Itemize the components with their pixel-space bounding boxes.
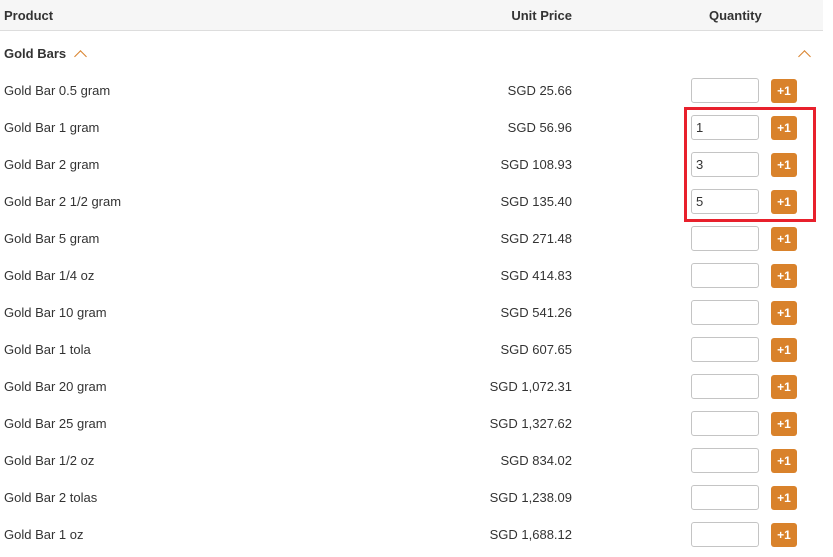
- table-row: Gold Bar 0.5 gram SGD 25.66 +1: [0, 72, 823, 109]
- quantity-input[interactable]: [691, 337, 759, 362]
- chevron-up-icon[interactable]: [798, 50, 811, 63]
- quantity-input[interactable]: [691, 226, 759, 251]
- quantity-input[interactable]: [691, 189, 759, 214]
- unit-price: SGD 135.40: [500, 194, 572, 209]
- unit-price: SGD 1,688.12: [489, 527, 572, 542]
- product-name: Gold Bar 5 gram: [4, 231, 100, 246]
- quantity-input[interactable]: [691, 115, 759, 140]
- quantity-input[interactable]: [691, 78, 759, 103]
- column-header-product: Product: [4, 8, 54, 23]
- unit-price: SGD 834.02: [500, 453, 572, 468]
- add-one-button[interactable]: +1: [771, 486, 797, 510]
- unit-price: SGD 1,072.31: [489, 379, 572, 394]
- product-list: Gold Bar 0.5 gram SGD 25.66 +1 Gold Bar 1 g…: [0, 72, 823, 553]
- unit-price: SGD 1,238.09: [489, 490, 572, 505]
- add-one-button[interactable]: +1: [771, 412, 797, 436]
- quantity-input[interactable]: [691, 485, 759, 510]
- add-one-button[interactable]: +1: [771, 338, 797, 362]
- quantity-input[interactable]: [691, 300, 759, 325]
- quantity-input[interactable]: [691, 152, 759, 177]
- add-one-button[interactable]: +1: [771, 116, 797, 140]
- table-header: Product Unit Price Quantity: [0, 0, 823, 31]
- product-name: Gold Bar 1/4 oz: [4, 268, 95, 283]
- product-name: Gold Bar 1 gram: [4, 120, 100, 135]
- table-row: Gold Bar 2 1/2 gram SGD 135.40 +1: [0, 183, 823, 220]
- add-one-button[interactable]: +1: [771, 227, 797, 251]
- add-one-button[interactable]: +1: [771, 153, 797, 177]
- table-row: Gold Bar 2 gram SGD 108.93 +1: [0, 146, 823, 183]
- table-row: Gold Bar 1 oz SGD 1,688.12 +1: [0, 516, 823, 553]
- table-row: Gold Bar 1 tola SGD 607.65 +1: [0, 331, 823, 368]
- quantity-input[interactable]: [691, 411, 759, 436]
- table-row: Gold Bar 10 gram SGD 541.26 +1: [0, 294, 823, 331]
- product-name: Gold Bar 10 gram: [4, 305, 107, 320]
- quantity-input[interactable]: [691, 448, 759, 473]
- add-one-button[interactable]: +1: [771, 523, 797, 547]
- column-header-quantity: Quantity: [709, 8, 762, 23]
- table-row: Gold Bar 1 gram SGD 56.96 +1: [0, 109, 823, 146]
- quantity-input[interactable]: [691, 522, 759, 547]
- column-header-unit-price: Unit Price: [511, 8, 572, 23]
- add-one-button[interactable]: +1: [771, 375, 797, 399]
- product-name: Gold Bar 25 gram: [4, 416, 107, 431]
- table-row: Gold Bar 20 gram SGD 1,072.31 +1: [0, 368, 823, 405]
- unit-price: SGD 607.65: [500, 342, 572, 357]
- quantity-input[interactable]: [691, 374, 759, 399]
- product-name: Gold Bar 20 gram: [4, 379, 107, 394]
- add-one-button[interactable]: +1: [771, 264, 797, 288]
- unit-price: SGD 541.26: [500, 305, 572, 320]
- add-one-button[interactable]: +1: [771, 79, 797, 103]
- product-name: Gold Bar 1/2 oz: [4, 453, 95, 468]
- product-name: Gold Bar 2 gram: [4, 157, 100, 172]
- unit-price: SGD 25.66: [507, 83, 572, 98]
- product-name: Gold Bar 1 tola: [4, 342, 91, 357]
- product-name: Gold Bar 0.5 gram: [4, 83, 111, 98]
- unit-price: SGD 1,327.62: [489, 416, 572, 431]
- category-gold-bars[interactable]: Gold Bars: [0, 36, 823, 70]
- product-name: Gold Bar 2 1/2 gram: [4, 194, 122, 209]
- unit-price: SGD 56.96: [507, 120, 572, 135]
- table-row: Gold Bar 1/2 oz SGD 834.02 +1: [0, 442, 823, 479]
- table-row: Gold Bar 25 gram SGD 1,327.62 +1: [0, 405, 823, 442]
- add-one-button[interactable]: +1: [771, 449, 797, 473]
- table-row: Gold Bar 2 tolas SGD 1,238.09 +1: [0, 479, 823, 516]
- category-title: Gold Bars: [4, 46, 67, 61]
- unit-price: SGD 108.93: [500, 157, 572, 172]
- quantity-input[interactable]: [691, 263, 759, 288]
- add-one-button[interactable]: +1: [771, 301, 797, 325]
- table-row: Gold Bar 5 gram SGD 271.48 +1: [0, 220, 823, 257]
- unit-price: SGD 271.48: [500, 231, 572, 246]
- table-row: Gold Bar 1/4 oz SGD 414.83 +1: [0, 257, 823, 294]
- product-name: Gold Bar 1 oz: [4, 527, 84, 542]
- product-name: Gold Bar 2 tolas: [4, 490, 98, 505]
- chevron-up-icon[interactable]: [74, 50, 87, 63]
- add-one-button[interactable]: +1: [771, 190, 797, 214]
- unit-price: SGD 414.83: [500, 268, 572, 283]
